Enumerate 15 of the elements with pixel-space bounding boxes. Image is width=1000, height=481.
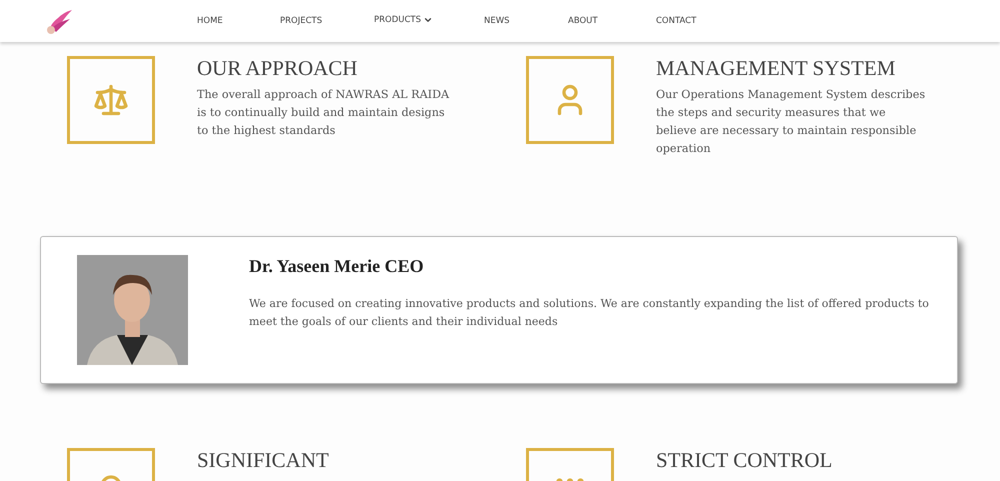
feature-title: STRICT CONTROL (656, 448, 834, 472)
feature-description: The overall approach of NAWRAS AL RAIDA is to continually build and maintain designs to the highest standards (197, 87, 450, 139)
nav-link[interactable]: NEWS (484, 16, 568, 26)
scale-icon (93, 82, 129, 118)
nav-link[interactable]: CONTACT (656, 16, 716, 26)
ceo-statement: We are focused on creating innovative products and solutions. We are constantly expanding the list of offered products to meet the goals of our clients and their individual needs (249, 296, 929, 330)
feature-description: Our Operations Management System describes the steps and security measures that we believe are necessary to maintain responsible operation (656, 87, 926, 157)
feature-title: MANAGEMENT SYSTEM (656, 56, 896, 80)
nav-link[interactable]: ABOUT (568, 16, 656, 26)
nav-link[interactable]: HOME (197, 16, 280, 26)
feature-title: SIGNIFICANT (197, 448, 330, 472)
feature-title: OUR APPROACH (197, 56, 358, 80)
nav-link[interactable]: PRODUCTS (374, 15, 484, 25)
nav-link[interactable]: PROJECTS (280, 16, 374, 26)
ceo-name: Dr. Yaseen Merie CEO (249, 256, 425, 277)
